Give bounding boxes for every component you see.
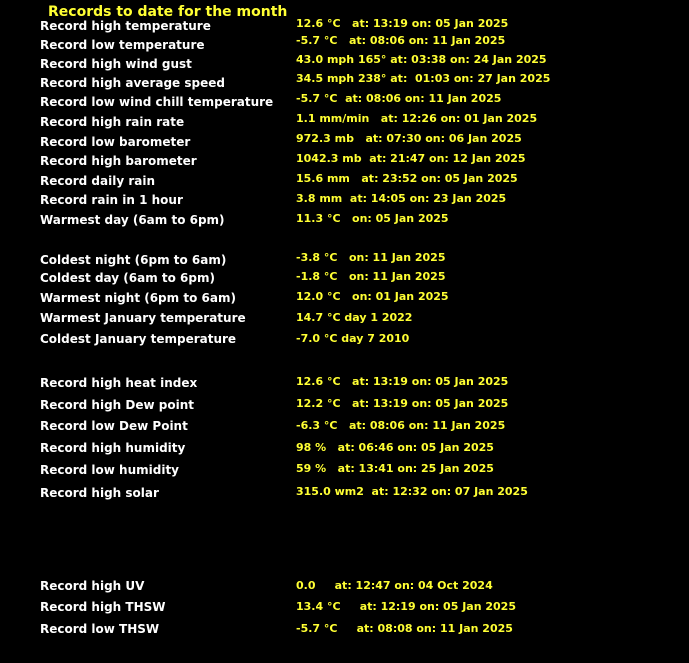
record-value: 1.1 mm/min at: 12:26 on: 01 Jan 2025 xyxy=(296,112,538,125)
record-value: 12.2 °C at: 13:19 on: 05 Jan 2025 xyxy=(296,397,509,410)
record-row-high-uv: Record high UV 0.0 at: 12:47 on: 04 Oct … xyxy=(0,578,689,598)
record-value: -1.8 °C on: 11 Jan 2025 xyxy=(296,270,446,283)
record-value: 1042.3 mb at: 21:47 on: 12 Jan 2025 xyxy=(296,152,526,165)
record-value: 315.0 wm2 at: 12:32 on: 07 Jan 2025 xyxy=(296,485,528,498)
record-value: 43.0 mph 165° at: 03:38 on: 24 Jan 2025 xyxy=(296,53,547,66)
record-row-coldest-day: Coldest day (6am to 6pm) -1.8 °C on: 11 … xyxy=(0,270,689,290)
record-label: Record low THSW xyxy=(40,622,160,636)
record-value: 59 % at: 13:41 on: 25 Jan 2025 xyxy=(296,462,494,475)
record-value: -5.7 °C at: 08:06 on: 11 Jan 2025 xyxy=(296,34,506,47)
record-value: -3.8 °C on: 11 Jan 2025 xyxy=(296,251,446,264)
record-value: 3.8 mm at: 14:05 on: 23 Jan 2025 xyxy=(296,192,507,205)
record-label: Record high solar xyxy=(40,486,159,500)
record-row-daily-rain: Record daily rain 15.6 mm at: 23:52 on: … xyxy=(0,172,689,193)
record-row-high-thsw: Record high THSW 13.4 °C at: 12:19 on: 0… xyxy=(0,599,689,619)
record-row-high-barometer: Record high barometer 1042.3 mb at: 21:4… xyxy=(0,152,689,173)
record-row-coldest-night: Coldest night (6pm to 6am) -3.8 °C on: 1… xyxy=(0,251,689,271)
record-label: Coldest January temperature xyxy=(40,332,237,346)
record-label: Record high humidity xyxy=(40,441,186,455)
record-row-low-dew-point: Record low Dew Point -6.3 °C at: 08:06 o… xyxy=(0,419,689,439)
record-label: Record high rain rate xyxy=(40,115,185,129)
record-label: Record daily rain xyxy=(40,174,156,188)
record-row-high-solar: Record high solar 315.0 wm2 at: 12:32 on… xyxy=(0,485,689,505)
record-value: 12.0 °C on: 01 Jan 2025 xyxy=(296,290,449,303)
record-value: 34.5 mph 238° at: 01:03 on: 27 Jan 2025 xyxy=(296,72,551,85)
record-value: 13.4 °C at: 12:19 on: 05 Jan 2025 xyxy=(296,600,516,613)
record-label: Coldest day (6am to 6pm) xyxy=(40,271,215,285)
record-value: -7.0 °C day 7 2010 xyxy=(296,332,410,345)
record-row-high-humidity: Record high humidity 98 % at: 06:46 on: … xyxy=(0,440,689,460)
record-row-low-humidity: Record low humidity 59 % at: 13:41 on: 2… xyxy=(0,462,689,482)
record-value: 12.6 °C at: 13:19 on: 05 Jan 2025 xyxy=(296,375,509,388)
record-label: Coldest night (6pm to 6am) xyxy=(40,253,227,267)
record-value: -6.3 °C at: 08:06 on: 11 Jan 2025 xyxy=(296,419,506,432)
record-row-coldest-month-temperature: Coldest January temperature -7.0 °C day … xyxy=(0,331,689,351)
record-value: 14.7 °C day 1 2022 xyxy=(296,311,413,324)
record-row-low-barometer: Record low barometer 972.3 mb at: 07:30 … xyxy=(0,132,689,153)
record-label: Record rain in 1 hour xyxy=(40,193,183,207)
record-row-low-wind-chill: Record low wind chill temperature -5.7 °… xyxy=(0,92,689,113)
record-value: 15.6 mm at: 23:52 on: 05 Jan 2025 xyxy=(296,172,518,185)
record-label: Record low barometer xyxy=(40,135,191,149)
record-row-rain-in-1-hour: Record rain in 1 hour 3.8 mm at: 14:05 o… xyxy=(0,192,689,213)
record-label: Record low wind chill temperature xyxy=(40,95,274,109)
record-value: 12.6 °C at: 13:19 on: 05 Jan 2025 xyxy=(296,17,509,30)
record-value: 11.3 °C on: 05 Jan 2025 xyxy=(296,212,449,225)
record-row-warmest-night: Warmest night (6pm to 6am) 12.0 °C on: 0… xyxy=(0,290,689,310)
record-value: 972.3 mb at: 07:30 on: 06 Jan 2025 xyxy=(296,132,522,145)
record-label: Warmest day (6am to 6pm) xyxy=(40,213,225,227)
record-label: Record low Dew Point xyxy=(40,419,188,433)
record-row-high-dew-point: Record high Dew point 12.2 °C at: 13:19 … xyxy=(0,397,689,417)
record-row-warmest-month-temperature: Warmest January temperature 14.7 °C day … xyxy=(0,310,689,330)
record-label: Warmest night (6pm to 6am) xyxy=(40,291,236,305)
record-label: Record high barometer xyxy=(40,154,197,168)
record-label: Record high THSW xyxy=(40,600,166,614)
record-row-warmest-day: Warmest day (6am to 6pm) 11.3 °C on: 05 … xyxy=(0,212,689,232)
record-value: 0.0 at: 12:47 on: 04 Oct 2024 xyxy=(296,579,493,592)
record-label: Record low humidity xyxy=(40,463,180,477)
record-label: Record high average speed xyxy=(40,76,225,90)
record-label: Record high UV xyxy=(40,579,145,593)
record-label: Record high heat index xyxy=(40,376,198,390)
record-row-high-rain-rate: Record high rain rate 1.1 mm/min at: 12:… xyxy=(0,112,689,133)
record-row-low-thsw: Record low THSW -5.7 °C at: 08:08 on: 11… xyxy=(0,621,689,641)
record-label: Warmest January temperature xyxy=(40,311,246,325)
record-row-high-heat-index: Record high heat index 12.6 °C at: 13:19… xyxy=(0,375,689,395)
record-value: -5.7 °C at: 08:08 on: 11 Jan 2025 xyxy=(296,622,513,635)
record-value: 98 % at: 06:46 on: 05 Jan 2025 xyxy=(296,441,494,454)
record-label: Record high wind gust xyxy=(40,57,192,71)
record-label: Record low temperature xyxy=(40,38,205,52)
record-value: -5.7 °C at: 08:06 on: 11 Jan 2025 xyxy=(296,92,502,105)
record-label: Record high Dew point xyxy=(40,398,194,412)
record-label: Record high temperature xyxy=(40,19,211,33)
record-row-high-average-speed: Record high average speed 34.5 mph 238° … xyxy=(0,72,689,94)
